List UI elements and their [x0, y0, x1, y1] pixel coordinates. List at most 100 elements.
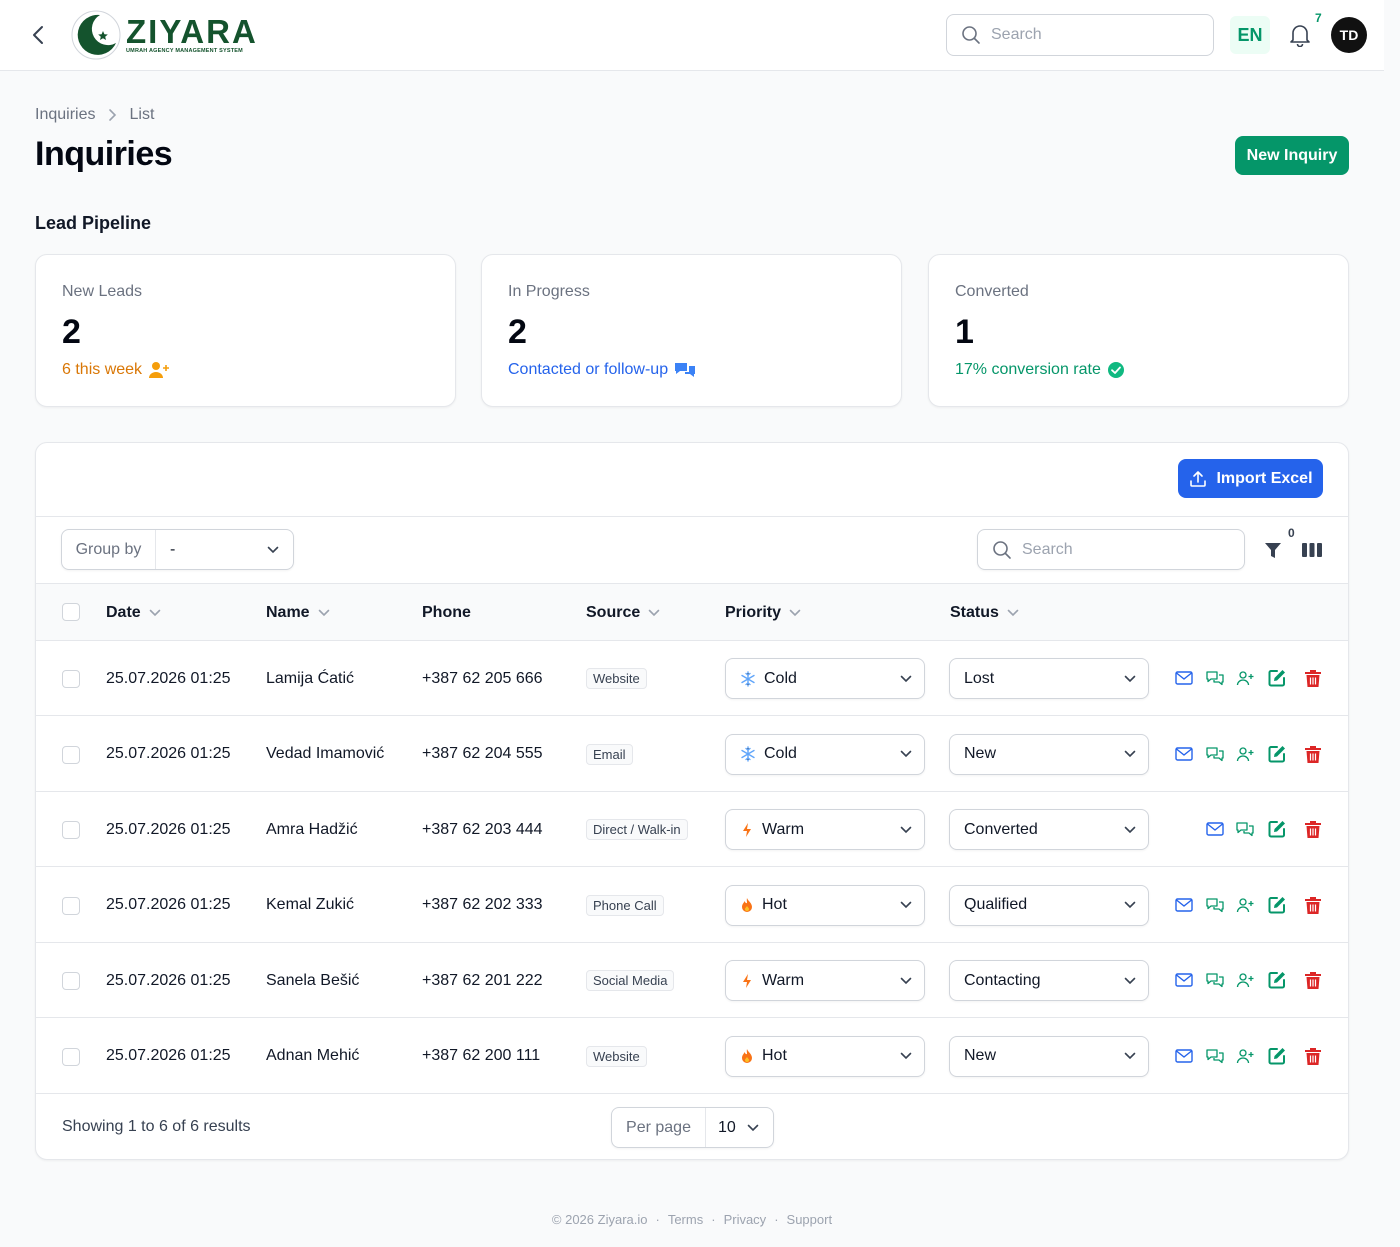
table-row[interactable]: 25.07.2026 01:25 Sanela Bešić +387 62 201 … [36, 943, 1348, 1018]
convert-to-client-icon[interactable] [1234, 667, 1256, 689]
status-select[interactable]: Qualified [949, 884, 1149, 926]
bell-icon[interactable] [1286, 20, 1314, 50]
import-excel-button[interactable]: Import Excel [1178, 459, 1323, 498]
filter-icon[interactable] [1262, 539, 1284, 561]
snowflake-icon [741, 670, 755, 687]
chevron-down-icon [1124, 1052, 1136, 1060]
footer-privacy-link[interactable]: Privacy [724, 1212, 767, 1227]
table-search-input[interactable] [1022, 540, 1222, 559]
edit-icon[interactable] [1266, 667, 1288, 689]
priority-select[interactable]: Warm [725, 809, 925, 850]
delete-icon[interactable] [1302, 818, 1324, 840]
column-header-date[interactable]: Date [106, 584, 161, 641]
language-switcher[interactable]: EN [1230, 16, 1270, 54]
panel-header: Import Excel [36, 443, 1348, 517]
status-value: Converted [964, 820, 1038, 838]
send-email-icon[interactable] [1173, 894, 1195, 916]
column-header-label: Name [266, 603, 310, 621]
column-header-priority[interactable]: Priority [725, 584, 801, 641]
per-page-select[interactable]: 10 [706, 1119, 773, 1137]
footer-separator: · [774, 1212, 779, 1227]
column-header-source[interactable]: Source [586, 584, 660, 641]
edit-icon[interactable] [1266, 1045, 1288, 1067]
global-search[interactable] [946, 14, 1214, 56]
columns-icon[interactable] [1301, 539, 1323, 561]
row-checkbox[interactable] [62, 1047, 80, 1066]
status-select[interactable]: Converted [949, 809, 1149, 850]
back-icon[interactable] [26, 22, 50, 48]
phone-cell: +387 62 204 555 [422, 745, 543, 762]
date-cell: 25.07.2026 01:25 [106, 745, 231, 762]
bolt-icon [743, 973, 751, 988]
send-message-icon[interactable] [1204, 667, 1226, 689]
send-message-icon[interactable] [1204, 1045, 1226, 1067]
table-search[interactable] [977, 529, 1245, 570]
avatar[interactable]: TD [1331, 17, 1367, 53]
status-value: Qualified [964, 896, 1028, 913]
phone-cell: +387 62 205 666 [422, 669, 543, 687]
table-row[interactable]: 25.07.2026 01:25 Adnan Mehić +387 62 200 1… [36, 1019, 1348, 1094]
group-by-label: Group by [62, 530, 156, 569]
row-checkbox[interactable] [62, 745, 80, 764]
send-message-icon[interactable] [1204, 969, 1226, 991]
column-header-status[interactable]: Status [950, 584, 1019, 641]
priority-select[interactable]: Hot [725, 1035, 925, 1077]
snowflake-icon [741, 746, 755, 762]
status-select[interactable]: New [949, 1035, 1149, 1077]
delete-icon[interactable] [1302, 1045, 1324, 1067]
column-header-label: Source [586, 603, 641, 621]
table-row[interactable]: 25.07.2026 01:25 Lamija Ćatić +387 62 205 … [36, 641, 1348, 716]
chat-bubbles-icon [675, 363, 696, 377]
convert-to-client-icon[interactable] [1234, 894, 1256, 916]
row-checkbox[interactable] [62, 821, 80, 839]
group-by-select[interactable]: - [156, 530, 293, 569]
table-row[interactable]: 25.07.2026 01:25 Vedad Imamović +387 62 20… [36, 717, 1348, 792]
global-search-input[interactable] [991, 26, 1191, 44]
row-checkbox[interactable] [62, 972, 80, 990]
send-email-icon[interactable] [1204, 818, 1226, 840]
table-row[interactable]: 25.07.2026 01:25 Kemal Zukić +387 62 202 3… [36, 868, 1348, 943]
priority-select[interactable]: Warm [725, 960, 925, 1001]
name-cell: Kemal Zukić [266, 896, 355, 913]
edit-icon[interactable] [1266, 894, 1288, 916]
send-message-icon[interactable] [1204, 894, 1226, 916]
convert-to-client-icon[interactable] [1234, 743, 1256, 765]
delete-icon[interactable] [1302, 667, 1324, 689]
convert-to-client-icon[interactable] [1234, 1045, 1256, 1067]
row-checkbox[interactable] [62, 896, 80, 915]
footer-support-link[interactable]: Support [787, 1212, 833, 1227]
priority-value: Cold [764, 669, 797, 687]
convert-to-client-icon[interactable] [1234, 969, 1256, 991]
send-email-icon[interactable] [1173, 743, 1195, 765]
table-row[interactable]: 25.07.2026 01:25 Amra Hadžić +387 62 203 4… [36, 792, 1348, 867]
column-header-name[interactable]: Name [266, 584, 330, 641]
status-select[interactable]: Contacting [949, 960, 1149, 1001]
chevron-down-icon [900, 1052, 912, 1060]
priority-select[interactable]: Cold [725, 658, 925, 699]
edit-icon[interactable] [1266, 969, 1288, 991]
footer-terms-link[interactable]: Terms [668, 1212, 703, 1227]
brand-name: ZIYARA [126, 12, 258, 50]
delete-icon[interactable] [1302, 894, 1324, 916]
delete-icon[interactable] [1302, 743, 1324, 765]
status-select[interactable]: New [949, 733, 1149, 775]
group-by-control: Group by - [61, 529, 294, 570]
edit-icon[interactable] [1266, 818, 1288, 840]
send-message-icon[interactable] [1234, 818, 1256, 840]
brand-logo[interactable]: ZIYARA UMRAH AGENCY MANAGEMENT SYSTEM [70, 9, 258, 61]
priority-select[interactable]: Hot [725, 884, 925, 926]
send-email-icon[interactable] [1173, 1045, 1195, 1067]
delete-icon[interactable] [1302, 969, 1324, 991]
new-inquiry-button[interactable]: New Inquiry [1235, 136, 1349, 175]
breadcrumb-inquiries[interactable]: Inquiries [35, 106, 95, 124]
select-all-checkbox[interactable] [62, 603, 80, 621]
send-email-icon[interactable] [1173, 969, 1195, 991]
per-page-label: Per page [612, 1108, 706, 1147]
edit-icon[interactable] [1266, 743, 1288, 765]
send-message-icon[interactable] [1204, 743, 1226, 765]
priority-select[interactable]: Cold [725, 733, 925, 775]
row-checkbox[interactable] [62, 670, 80, 688]
send-email-icon[interactable] [1173, 667, 1195, 689]
stat-value: 1 [955, 313, 974, 351]
status-select[interactable]: Lost [949, 658, 1149, 699]
